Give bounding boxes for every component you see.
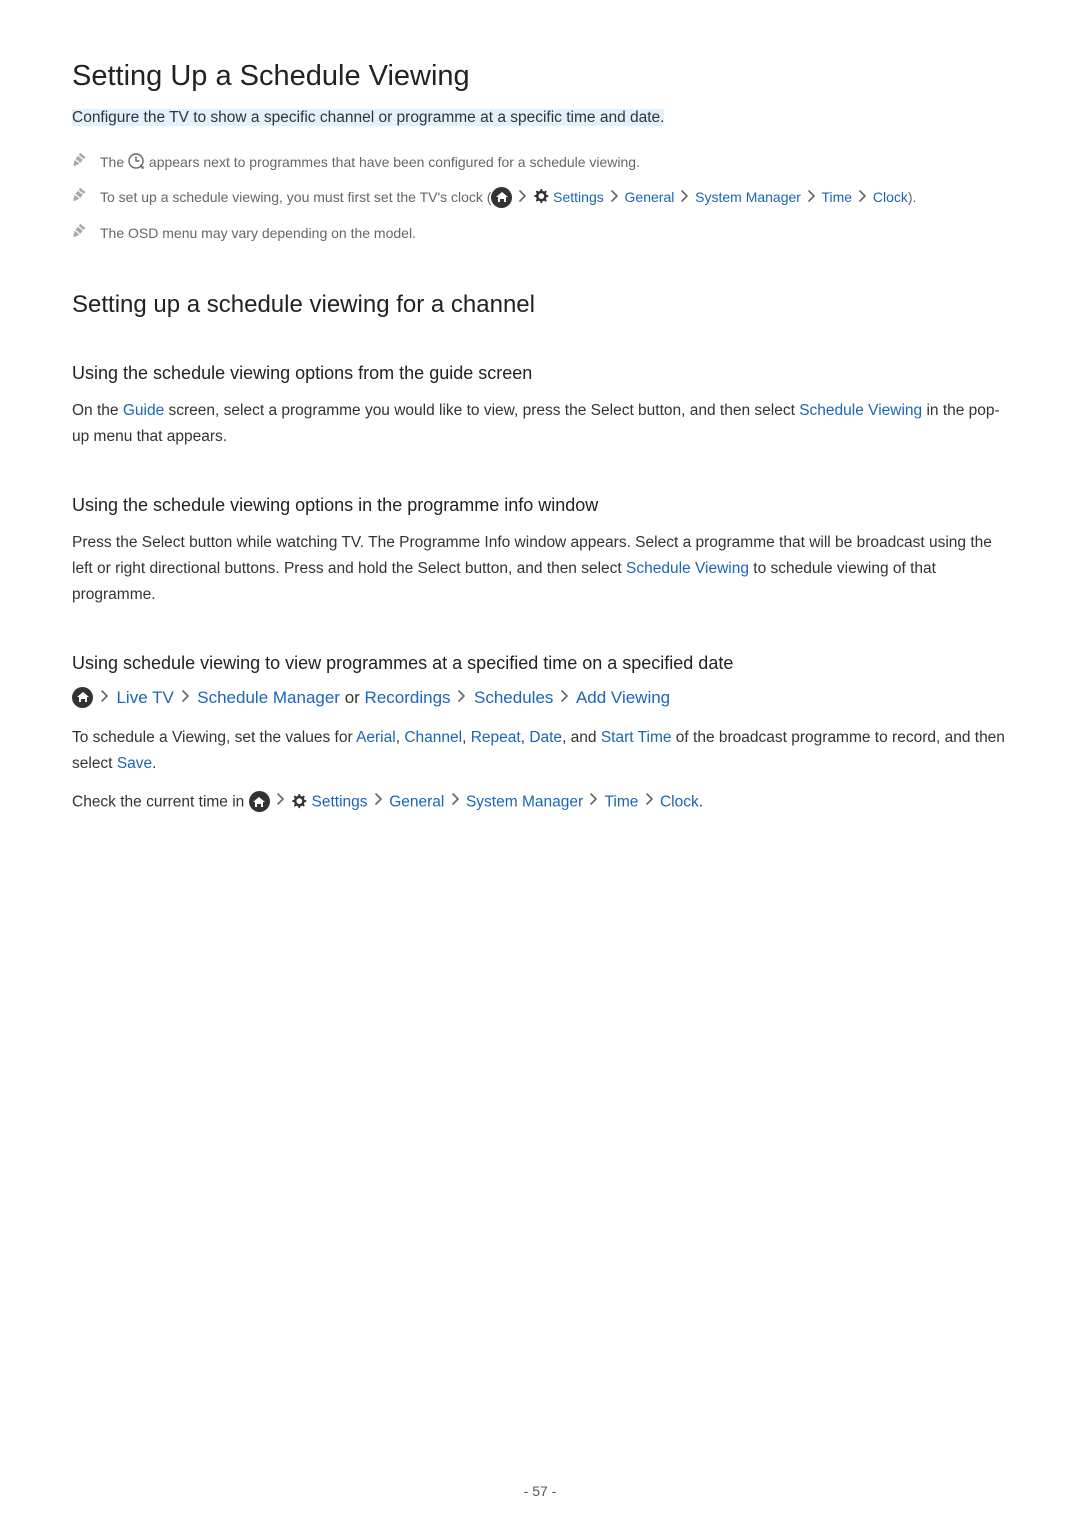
note-text: To set up a schedule viewing, you must f… — [100, 189, 491, 205]
chevron-right-icon — [645, 788, 654, 814]
gear-icon — [291, 794, 307, 810]
link-schedule-manager[interactable]: Schedule Manager — [197, 688, 340, 707]
subsection-heading: Using the schedule viewing options in th… — [72, 495, 1008, 516]
note-item: The OSD menu may vary depending on the m… — [72, 222, 1008, 245]
home-icon — [491, 187, 512, 208]
link-schedule-viewing[interactable]: Schedule Viewing — [799, 402, 922, 419]
chevron-right-icon — [181, 688, 191, 708]
link-general[interactable]: General — [625, 189, 675, 205]
schedule-clock-icon — [128, 153, 145, 170]
link-system-manager[interactable]: System Manager — [695, 189, 801, 205]
link-live-tv[interactable]: Live TV — [116, 688, 173, 707]
link-date[interactable]: Date — [529, 729, 562, 746]
note-item: The appears next to programmes that have… — [72, 151, 1008, 174]
link-add-viewing[interactable]: Add Viewing — [576, 688, 670, 707]
link-settings[interactable]: Settings — [312, 794, 368, 811]
note-text: The OSD menu may vary depending on the m… — [100, 222, 1008, 244]
link-time[interactable]: Time — [604, 794, 638, 811]
note-item: To set up a schedule viewing, you must f… — [72, 186, 1008, 209]
section-heading: Setting up a schedule viewing for a chan… — [72, 291, 1008, 319]
link-repeat[interactable]: Repeat — [471, 729, 521, 746]
gear-icon — [533, 189, 549, 205]
note-text: The — [100, 154, 128, 170]
chevron-right-icon — [374, 788, 383, 814]
chevron-right-icon — [589, 788, 598, 814]
link-clock[interactable]: Clock — [660, 794, 699, 811]
note-text: appears next to programmes that have bee… — [145, 154, 640, 170]
link-save[interactable]: Save — [117, 755, 152, 772]
chevron-right-icon — [858, 186, 867, 208]
note-text: ). — [908, 189, 917, 205]
link-system-manager[interactable]: System Manager — [466, 794, 583, 811]
link-guide[interactable]: Guide — [123, 402, 164, 419]
link-start-time[interactable]: Start Time — [601, 729, 672, 746]
chevron-right-icon — [276, 788, 285, 814]
pencil-icon — [72, 152, 86, 174]
link-clock[interactable]: Clock — [873, 189, 908, 205]
link-schedules[interactable]: Schedules — [474, 688, 553, 707]
link-aerial[interactable]: Aerial — [356, 729, 396, 746]
chevron-right-icon — [680, 186, 689, 208]
page-title: Setting Up a Schedule Viewing — [72, 60, 1008, 93]
home-icon — [249, 791, 270, 812]
nav-path: Live TV Schedule Manager or Recordings S… — [72, 688, 1008, 709]
chevron-right-icon — [457, 688, 467, 708]
paragraph: Press the Select button while watching T… — [72, 530, 1008, 609]
page-number: - 57 - — [0, 1483, 1080, 1499]
paragraph: On the Guide screen, select a programme … — [72, 398, 1008, 451]
pencil-icon — [72, 223, 86, 245]
paragraph: Check the current time in Settings Gener… — [72, 789, 1008, 816]
link-settings[interactable]: Settings — [553, 189, 604, 205]
chevron-right-icon — [560, 688, 570, 708]
paragraph: To schedule a Viewing, set the values fo… — [72, 725, 1008, 778]
chevron-right-icon — [518, 186, 527, 208]
link-general[interactable]: General — [389, 794, 444, 811]
pencil-icon — [72, 187, 86, 209]
subsection-heading: Using schedule viewing to view programme… — [72, 653, 1008, 674]
home-icon — [72, 687, 93, 708]
page-subtitle: Configure the TV to show a specific chan… — [72, 107, 1008, 129]
chevron-right-icon — [451, 788, 460, 814]
subsection-heading: Using the schedule viewing options from … — [72, 363, 1008, 384]
chevron-right-icon — [610, 186, 619, 208]
chevron-right-icon — [807, 186, 816, 208]
link-channel[interactable]: Channel — [404, 729, 462, 746]
link-time[interactable]: Time — [821, 189, 852, 205]
link-recordings[interactable]: Recordings — [365, 688, 451, 707]
link-schedule-viewing[interactable]: Schedule Viewing — [626, 560, 749, 577]
chevron-right-icon — [100, 688, 110, 708]
